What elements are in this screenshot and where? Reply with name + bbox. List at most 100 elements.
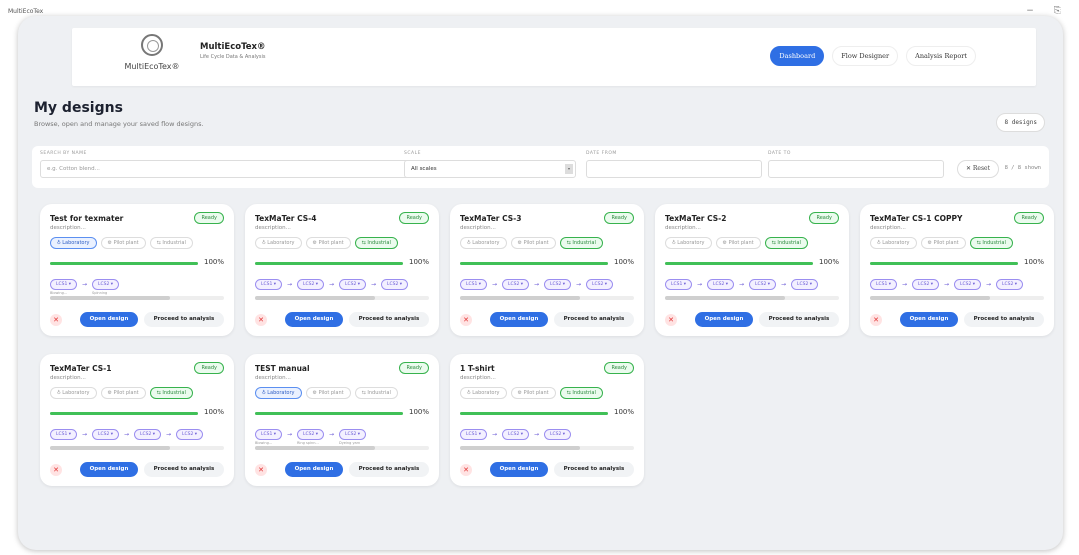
scale-select[interactable]: All scales ▾: [404, 160, 576, 178]
scrollbar-thumb[interactable]: [255, 446, 375, 450]
main-nav: Dashboard Flow Designer Analysis Report: [770, 46, 976, 66]
scale-value: All scales: [411, 166, 437, 172]
open-design-button[interactable]: Open design: [80, 312, 138, 327]
flow-node[interactable]: LCS2 ▾: [134, 429, 162, 440]
flow-scrollbar[interactable]: [460, 446, 634, 450]
open-design-button[interactable]: Open design: [695, 312, 753, 327]
delete-icon[interactable]: ✕: [870, 314, 882, 326]
reset-button[interactable]: ✕ Reset: [956, 160, 999, 178]
flow-node[interactable]: LCS1 ▾: [255, 429, 283, 440]
scale-label: SCALE: [404, 151, 421, 156]
scrollbar-thumb[interactable]: [870, 296, 990, 300]
flow-node[interactable]: LCS2 ▾: [954, 279, 982, 290]
flow-scrollbar[interactable]: [255, 296, 429, 300]
flow-scrollbar[interactable]: [460, 296, 634, 300]
flow-scrollbar[interactable]: [665, 296, 839, 300]
flow-node[interactable]: LCS2 ▾: [502, 279, 530, 290]
open-design-button[interactable]: Open design: [285, 462, 343, 477]
scrollbar-thumb[interactable]: [255, 296, 375, 300]
proceed-to-analysis-button[interactable]: Proceed to analysis: [964, 312, 1044, 327]
design-title: TEST manual: [255, 364, 310, 373]
minimize-icon[interactable]: −: [1026, 6, 1034, 16]
flow-node[interactable]: LCS2 ▾: [996, 279, 1024, 290]
flow-node[interactable]: LCS2 ▾: [339, 279, 367, 290]
flow-arrow-icon: →: [287, 431, 293, 438]
design-card[interactable]: TexMaTer CS-3 description... Ready ♁ Lab…: [450, 204, 644, 336]
proceed-to-analysis-button[interactable]: Proceed to analysis: [759, 312, 839, 327]
open-design-button[interactable]: Open design: [80, 462, 138, 477]
flow-node[interactable]: LCS1 ▾: [460, 279, 488, 290]
flow-node[interactable]: LCS2 ▾: [297, 279, 325, 290]
open-design-button[interactable]: Open design: [490, 312, 548, 327]
design-card[interactable]: Test for texmater description... Ready ♁…: [40, 204, 234, 336]
flow-node[interactable]: LCS1 ▾: [255, 279, 283, 290]
delete-icon[interactable]: ✕: [50, 464, 62, 476]
delete-icon[interactable]: ✕: [255, 464, 267, 476]
flow-scrollbar[interactable]: [50, 296, 224, 300]
restore-icon[interactable]: ⎘: [1054, 6, 1061, 16]
delete-icon[interactable]: ✕: [50, 314, 62, 326]
nav-dashboard[interactable]: Dashboard: [770, 46, 825, 66]
delete-icon[interactable]: ✕: [460, 464, 472, 476]
flow-scrollbar[interactable]: [50, 446, 224, 450]
flow-node[interactable]: LCS2 ▾: [92, 429, 120, 440]
flow-scrollbar[interactable]: [255, 446, 429, 450]
flow-node[interactable]: LCS2 ▾: [176, 429, 204, 440]
scale-tag-industrial: ⇆ Industrial: [559, 237, 603, 249]
scale-tag-industrial: ⇆ Industrial: [354, 387, 398, 399]
open-design-button[interactable]: Open design: [285, 312, 343, 327]
proceed-to-analysis-button[interactable]: Proceed to analysis: [554, 462, 634, 477]
design-card[interactable]: 1 T-shirt description... Ready ♁ Laborat…: [450, 354, 644, 486]
scrollbar-thumb[interactable]: [665, 296, 785, 300]
flow-scrollbar[interactable]: [870, 296, 1044, 300]
flow-node[interactable]: LCS1 ▾: [870, 279, 898, 290]
flow-node[interactable]: LCS2 ▾: [791, 279, 819, 290]
flow-node[interactable]: LCS2 ▾: [381, 279, 409, 290]
scrollbar-thumb[interactable]: [460, 446, 580, 450]
proceed-to-analysis-button[interactable]: Proceed to analysis: [144, 462, 224, 477]
date-from-input[interactable]: [586, 160, 762, 178]
flow-node[interactable]: LCS2 ▾: [544, 279, 572, 290]
flow-node[interactable]: LCS2 ▾: [749, 279, 777, 290]
proceed-to-analysis-button[interactable]: Proceed to analysis: [349, 312, 429, 327]
status-badge: Ready: [604, 212, 634, 224]
scrollbar-thumb[interactable]: [50, 296, 170, 300]
open-design-button[interactable]: Open design: [900, 312, 958, 327]
design-card[interactable]: TEST manual description... Ready ♁ Labor…: [245, 354, 439, 486]
search-input[interactable]: e.g. Cotton blend...: [40, 160, 410, 178]
design-card[interactable]: TexMaTer CS-2 description... Ready ♁ Lab…: [655, 204, 849, 336]
proceed-to-analysis-button[interactable]: Proceed to analysis: [349, 462, 429, 477]
flow-node[interactable]: LCS2 ▾: [707, 279, 735, 290]
scrollbar-thumb[interactable]: [460, 296, 580, 300]
flow-node[interactable]: LCS1 ▾: [665, 279, 693, 290]
progress-bar: [50, 412, 198, 415]
design-card[interactable]: TexMaTer CS-1 description... Ready ♁ Lab…: [40, 354, 234, 486]
flow-node[interactable]: LCS1 ▾: [460, 429, 488, 440]
proceed-to-analysis-button[interactable]: Proceed to analysis: [554, 312, 634, 327]
flow-node[interactable]: LCS2 ▾: [544, 429, 572, 440]
delete-icon[interactable]: ✕: [460, 314, 472, 326]
delete-icon[interactable]: ✕: [255, 314, 267, 326]
scale-tag-laboratory: ♁ Laboratory: [460, 387, 507, 399]
delete-icon[interactable]: ✕: [665, 314, 677, 326]
flow-node[interactable]: LCS2 ▾: [297, 429, 325, 440]
flow-node[interactable]: LCS2 ▾: [502, 429, 530, 440]
flow-node[interactable]: LCS2 ▾: [92, 279, 120, 290]
date-to-label: DATE TO: [768, 151, 791, 156]
open-design-button[interactable]: Open design: [490, 462, 548, 477]
flow-node[interactable]: LCS1 ▾: [50, 279, 78, 290]
date-to-input[interactable]: [768, 160, 944, 178]
nav-analysis-report[interactable]: Analysis Report: [906, 46, 976, 66]
design-title: TexMaTer CS-3: [460, 214, 522, 223]
scale-tag-laboratory: ♁ Laboratory: [255, 237, 302, 249]
proceed-to-analysis-button[interactable]: Proceed to analysis: [144, 312, 224, 327]
design-card[interactable]: TexMaTer CS-4 description... Ready ♁ Lab…: [245, 204, 439, 336]
status-badge: Ready: [399, 362, 429, 374]
flow-node[interactable]: LCS2 ▾: [586, 279, 614, 290]
nav-flow-designer[interactable]: Flow Designer: [832, 46, 899, 66]
scrollbar-thumb[interactable]: [50, 446, 170, 450]
flow-node[interactable]: LCS2 ▾: [912, 279, 940, 290]
design-card[interactable]: TexMaTer CS-1 COPPY description... Ready…: [860, 204, 1054, 336]
flow-node[interactable]: LCS2 ▾: [339, 429, 367, 440]
flow-node[interactable]: LCS1 ▾: [50, 429, 78, 440]
